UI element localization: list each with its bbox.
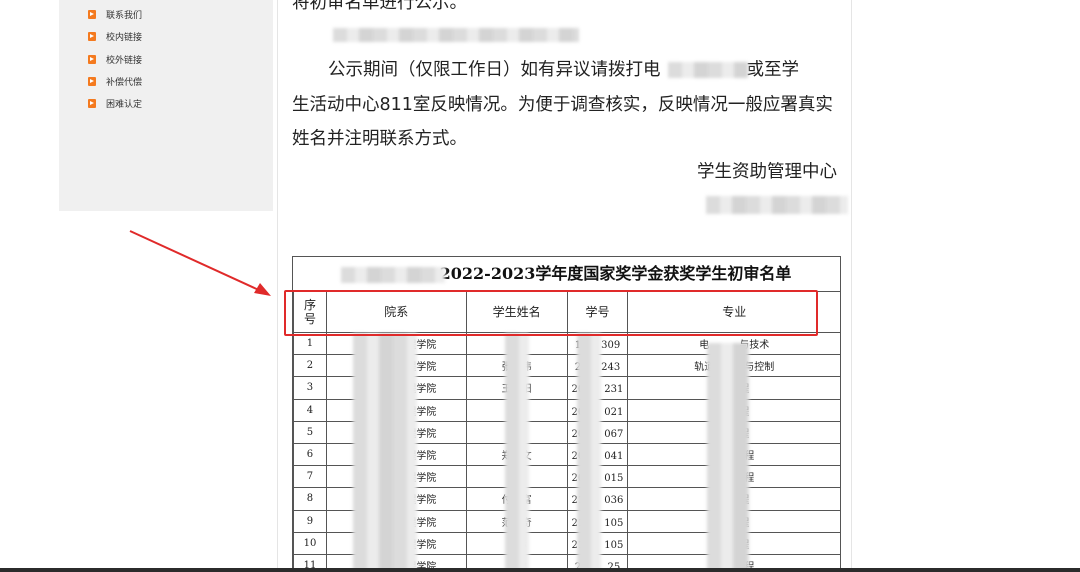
redacted-date: [706, 196, 848, 214]
table-cell: 7: [293, 465, 327, 489]
table-title-text: 2022-2023学年度国家奖学金获奖学生初审名单: [439, 264, 792, 283]
article-text: 或至学: [746, 60, 800, 80]
sidebar-item-label: 联系我们: [106, 11, 143, 21]
table-cell: 10: [293, 531, 327, 555]
sidebar-item-contact-us[interactable]: 联系我们: [88, 8, 142, 21]
table-cell: 9: [293, 509, 327, 533]
table-cell: 4: [293, 398, 327, 422]
article-text: 公示期间（仅限工作日）如有异议请拨打电: [328, 60, 661, 80]
sidebar-item-label: 校内链接: [106, 33, 143, 43]
play-bullet-icon: [88, 77, 96, 86]
redacted-column: [505, 333, 529, 571]
sidebar-item-hardship-certification[interactable]: 困难认定: [88, 97, 142, 110]
sidebar: 联系我们 校内链接 校外链接 补偿代偿 困难认定: [59, 0, 273, 211]
play-bullet-icon: [88, 55, 96, 64]
redacted-block: [341, 267, 445, 283]
sidebar-item-campus-links[interactable]: 校内链接: [88, 30, 142, 43]
redacted-column: [577, 333, 601, 571]
table-cell: 2: [293, 354, 327, 378]
play-bullet-icon: [88, 99, 96, 108]
redacted-column: [353, 333, 417, 571]
signature: 学生资助管理中心: [697, 162, 837, 182]
article-line: 公示期间（仅限工作日）如有异议请拨打电 或至学: [292, 53, 837, 88]
sidebar-item-label: 困难认定: [106, 100, 143, 110]
play-bullet-icon: [88, 10, 96, 19]
sidebar-item-label: 补偿代偿: [106, 78, 143, 88]
table-cell: 8: [293, 487, 327, 511]
sidebar-item-compensation[interactable]: 补偿代偿: [88, 75, 142, 88]
redacted-phone: [668, 62, 748, 78]
article-line: 姓名并注明联系方式。: [292, 129, 467, 149]
play-bullet-icon: [88, 32, 96, 41]
bottom-bar: [0, 568, 1080, 572]
sidebar-item-label: 校外链接: [106, 56, 143, 66]
table-cell: 6: [293, 442, 327, 467]
sidebar-item-external-links[interactable]: 校外链接: [88, 53, 142, 66]
article-line-top: 将初审名单进行公示。: [292, 0, 467, 13]
annotation-arrow-icon: [129, 230, 271, 296]
article-line: 生活动中心811室反映情况。为便于调查核实，反映情况一般应署真实: [292, 95, 833, 115]
redacted-block: [333, 28, 579, 42]
table-cell: 3: [293, 376, 327, 400]
redacted-column: [707, 343, 749, 571]
highlight-box: [284, 290, 818, 336]
table-cell: 5: [293, 420, 327, 444]
